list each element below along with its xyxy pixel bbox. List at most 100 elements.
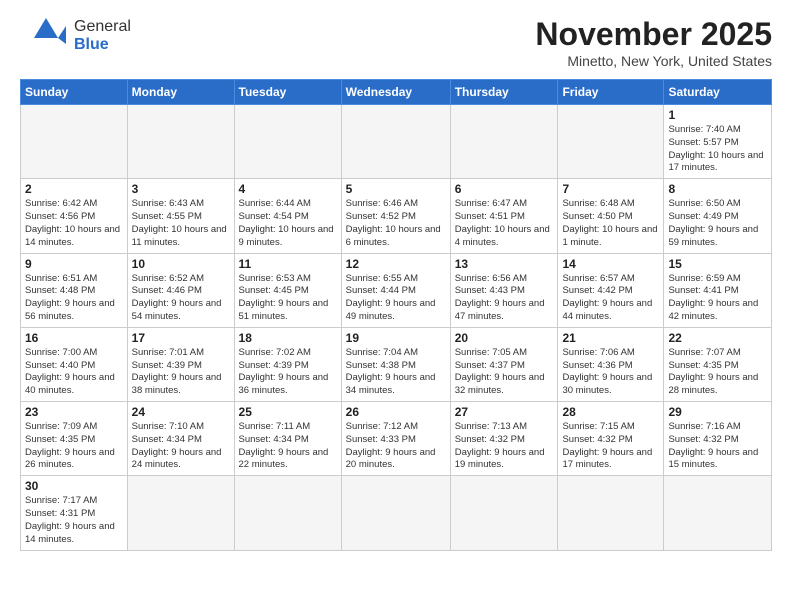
title-area: November 2025 Minetto, New York, United … bbox=[535, 16, 772, 69]
day-number: 27 bbox=[455, 405, 554, 419]
day-number: 16 bbox=[25, 331, 123, 345]
day-info: Sunrise: 6:53 AMSunset: 4:45 PMDaylight:… bbox=[239, 273, 337, 324]
day-number: 22 bbox=[668, 331, 767, 345]
day-number: 24 bbox=[132, 405, 230, 419]
day-info: Sunrise: 7:09 AMSunset: 4:35 PMDaylight:… bbox=[25, 421, 123, 472]
calendar-cell: 5Sunrise: 6:46 AMSunset: 4:52 PMDaylight… bbox=[341, 179, 450, 253]
day-info: Sunrise: 6:50 AMSunset: 4:49 PMDaylight:… bbox=[668, 198, 767, 249]
day-number: 13 bbox=[455, 257, 554, 271]
calendar-cell: 28Sunrise: 7:15 AMSunset: 4:32 PMDayligh… bbox=[558, 402, 664, 476]
month-title: November 2025 bbox=[535, 16, 772, 53]
day-info: Sunrise: 7:12 AMSunset: 4:33 PMDaylight:… bbox=[346, 421, 446, 472]
calendar-cell: 20 Sunrise: 7:05 AMSunset: 4:37 PMDayligh… bbox=[450, 327, 558, 401]
calendar-cell: 17Sunrise: 7:01 AMSunset: 4:39 PMDayligh… bbox=[127, 327, 234, 401]
logo-blue-text: Blue bbox=[74, 36, 131, 54]
day-info: Sunrise: 6:42 AMSunset: 4:56 PMDaylight:… bbox=[25, 198, 123, 249]
calendar-cell: 25 Sunrise: 7:11 AMSunset: 4:34 PMDayligh… bbox=[234, 402, 341, 476]
day-number: 6 bbox=[455, 182, 554, 196]
calendar-week-row: 23 Sunrise: 7:09 AMSunset: 4:35 PMDayligh… bbox=[21, 402, 772, 476]
day-number: 28 bbox=[562, 405, 659, 419]
calendar-week-row: 16 Sunrise: 7:00 AMSunset: 4:40 PMDayligh… bbox=[21, 327, 772, 401]
day-number: 8 bbox=[668, 182, 767, 196]
day-number: 18 bbox=[239, 331, 337, 345]
day-info: Sunrise: 7:13 AMSunset: 4:32 PMDaylight:… bbox=[455, 421, 554, 472]
calendar-cell: 23 Sunrise: 7:09 AMSunset: 4:35 PMDayligh… bbox=[21, 402, 128, 476]
calendar-cell: 16 Sunrise: 7:00 AMSunset: 4:40 PMDayligh… bbox=[21, 327, 128, 401]
day-number: 5 bbox=[346, 182, 446, 196]
day-info: Sunrise: 6:59 AMSunset: 4:41 PMDaylight:… bbox=[668, 273, 767, 324]
calendar-cell: 1 Sunrise: 7:40 AMSunset: 5:57 PMDaylight… bbox=[664, 105, 772, 179]
day-number: 17 bbox=[132, 331, 230, 345]
day-info: Sunrise: 7:10 AMSunset: 4:34 PMDaylight:… bbox=[132, 421, 230, 472]
calendar-cell bbox=[450, 476, 558, 550]
calendar-week-row: 2 Sunrise: 6:42 AMSunset: 4:56 PMDaylight… bbox=[21, 179, 772, 253]
calendar-cell: 3 Sunrise: 6:43 AMSunset: 4:55 PMDaylight… bbox=[127, 179, 234, 253]
day-info: Sunrise: 7:00 AMSunset: 4:40 PMDaylight:… bbox=[25, 347, 123, 398]
calendar-cell: 15Sunrise: 6:59 AMSunset: 4:41 PMDayligh… bbox=[664, 253, 772, 327]
calendar-week-row: 30 Sunrise: 7:17 AMSunset: 4:31 PMDayligh… bbox=[21, 476, 772, 550]
calendar-cell bbox=[21, 105, 128, 179]
day-number: 2 bbox=[25, 182, 123, 196]
calendar-cell: 10Sunrise: 6:52 AMSunset: 4:46 PMDayligh… bbox=[127, 253, 234, 327]
calendar-cell: 2 Sunrise: 6:42 AMSunset: 4:56 PMDaylight… bbox=[21, 179, 128, 253]
calendar-cell: 14 Sunrise: 6:57 AMSunset: 4:42 PMDayligh… bbox=[558, 253, 664, 327]
calendar-table: SundayMondayTuesdayWednesdayThursdayFrid… bbox=[20, 79, 772, 551]
weekday-header-sunday: Sunday bbox=[21, 80, 128, 105]
day-number: 4 bbox=[239, 182, 337, 196]
logo: General Blue bbox=[20, 16, 131, 56]
day-info: Sunrise: 7:17 AMSunset: 4:31 PMDaylight:… bbox=[25, 495, 123, 546]
header: General Blue November 2025 Minetto, New … bbox=[20, 16, 772, 69]
calendar-cell: 11Sunrise: 6:53 AMSunset: 4:45 PMDayligh… bbox=[234, 253, 341, 327]
weekday-header-wednesday: Wednesday bbox=[341, 80, 450, 105]
day-number: 30 bbox=[25, 479, 123, 493]
day-info: Sunrise: 6:51 AMSunset: 4:48 PMDaylight:… bbox=[25, 273, 123, 324]
weekday-header-friday: Friday bbox=[558, 80, 664, 105]
day-number: 1 bbox=[668, 108, 767, 122]
day-info: Sunrise: 6:47 AMSunset: 4:51 PMDaylight:… bbox=[455, 198, 554, 249]
calendar-cell: 8 Sunrise: 6:50 AMSunset: 4:49 PMDaylight… bbox=[664, 179, 772, 253]
weekday-header-monday: Monday bbox=[127, 80, 234, 105]
day-info: Sunrise: 6:56 AMSunset: 4:43 PMDaylight:… bbox=[455, 273, 554, 324]
page: General Blue November 2025 Minetto, New … bbox=[0, 0, 792, 612]
day-number: 20 bbox=[455, 331, 554, 345]
weekday-header-saturday: Saturday bbox=[664, 80, 772, 105]
weekday-header-tuesday: Tuesday bbox=[234, 80, 341, 105]
day-info: Sunrise: 7:07 AMSunset: 4:35 PMDaylight:… bbox=[668, 347, 767, 398]
day-info: Sunrise: 7:05 AMSunset: 4:37 PMDaylight:… bbox=[455, 347, 554, 398]
calendar-cell bbox=[558, 476, 664, 550]
day-number: 3 bbox=[132, 182, 230, 196]
day-info: Sunrise: 6:43 AMSunset: 4:55 PMDaylight:… bbox=[132, 198, 230, 249]
calendar-cell: 13 Sunrise: 6:56 AMSunset: 4:43 PMDayligh… bbox=[450, 253, 558, 327]
calendar-cell: 21Sunrise: 7:06 AMSunset: 4:36 PMDayligh… bbox=[558, 327, 664, 401]
calendar-cell: 6 Sunrise: 6:47 AMSunset: 4:51 PMDaylight… bbox=[450, 179, 558, 253]
calendar-cell bbox=[450, 105, 558, 179]
day-info: Sunrise: 6:57 AMSunset: 4:42 PMDaylight:… bbox=[562, 273, 659, 324]
day-info: Sunrise: 7:16 AMSunset: 4:32 PMDaylight:… bbox=[668, 421, 767, 472]
calendar-cell: 19Sunrise: 7:04 AMSunset: 4:38 PMDayligh… bbox=[341, 327, 450, 401]
day-number: 29 bbox=[668, 405, 767, 419]
calendar-cell: 22 Sunrise: 7:07 AMSunset: 4:35 PMDayligh… bbox=[664, 327, 772, 401]
location-subtitle: Minetto, New York, United States bbox=[535, 53, 772, 69]
day-number: 23 bbox=[25, 405, 123, 419]
day-number: 19 bbox=[346, 331, 446, 345]
day-info: Sunrise: 7:11 AMSunset: 4:34 PMDaylight:… bbox=[239, 421, 337, 472]
calendar-week-row: 9Sunrise: 6:51 AMSunset: 4:48 PMDaylight… bbox=[21, 253, 772, 327]
logo-icon bbox=[20, 16, 72, 56]
calendar-cell: 27 Sunrise: 7:13 AMSunset: 4:32 PMDayligh… bbox=[450, 402, 558, 476]
day-number: 21 bbox=[562, 331, 659, 345]
calendar-cell: 29 Sunrise: 7:16 AMSunset: 4:32 PMDayligh… bbox=[664, 402, 772, 476]
calendar-cell bbox=[341, 105, 450, 179]
day-info: Sunrise: 6:52 AMSunset: 4:46 PMDaylight:… bbox=[132, 273, 230, 324]
calendar-cell bbox=[127, 476, 234, 550]
logo-area: General Blue bbox=[20, 16, 131, 56]
calendar-cell bbox=[664, 476, 772, 550]
day-info: Sunrise: 7:02 AMSunset: 4:39 PMDaylight:… bbox=[239, 347, 337, 398]
day-info: Sunrise: 6:44 AMSunset: 4:54 PMDaylight:… bbox=[239, 198, 337, 249]
calendar-cell bbox=[234, 476, 341, 550]
calendar-cell: 9Sunrise: 6:51 AMSunset: 4:48 PMDaylight… bbox=[21, 253, 128, 327]
calendar-cell bbox=[341, 476, 450, 550]
day-number: 14 bbox=[562, 257, 659, 271]
day-info: Sunrise: 7:40 AMSunset: 5:57 PMDaylight:… bbox=[668, 124, 767, 175]
day-number: 25 bbox=[239, 405, 337, 419]
calendar-cell bbox=[558, 105, 664, 179]
